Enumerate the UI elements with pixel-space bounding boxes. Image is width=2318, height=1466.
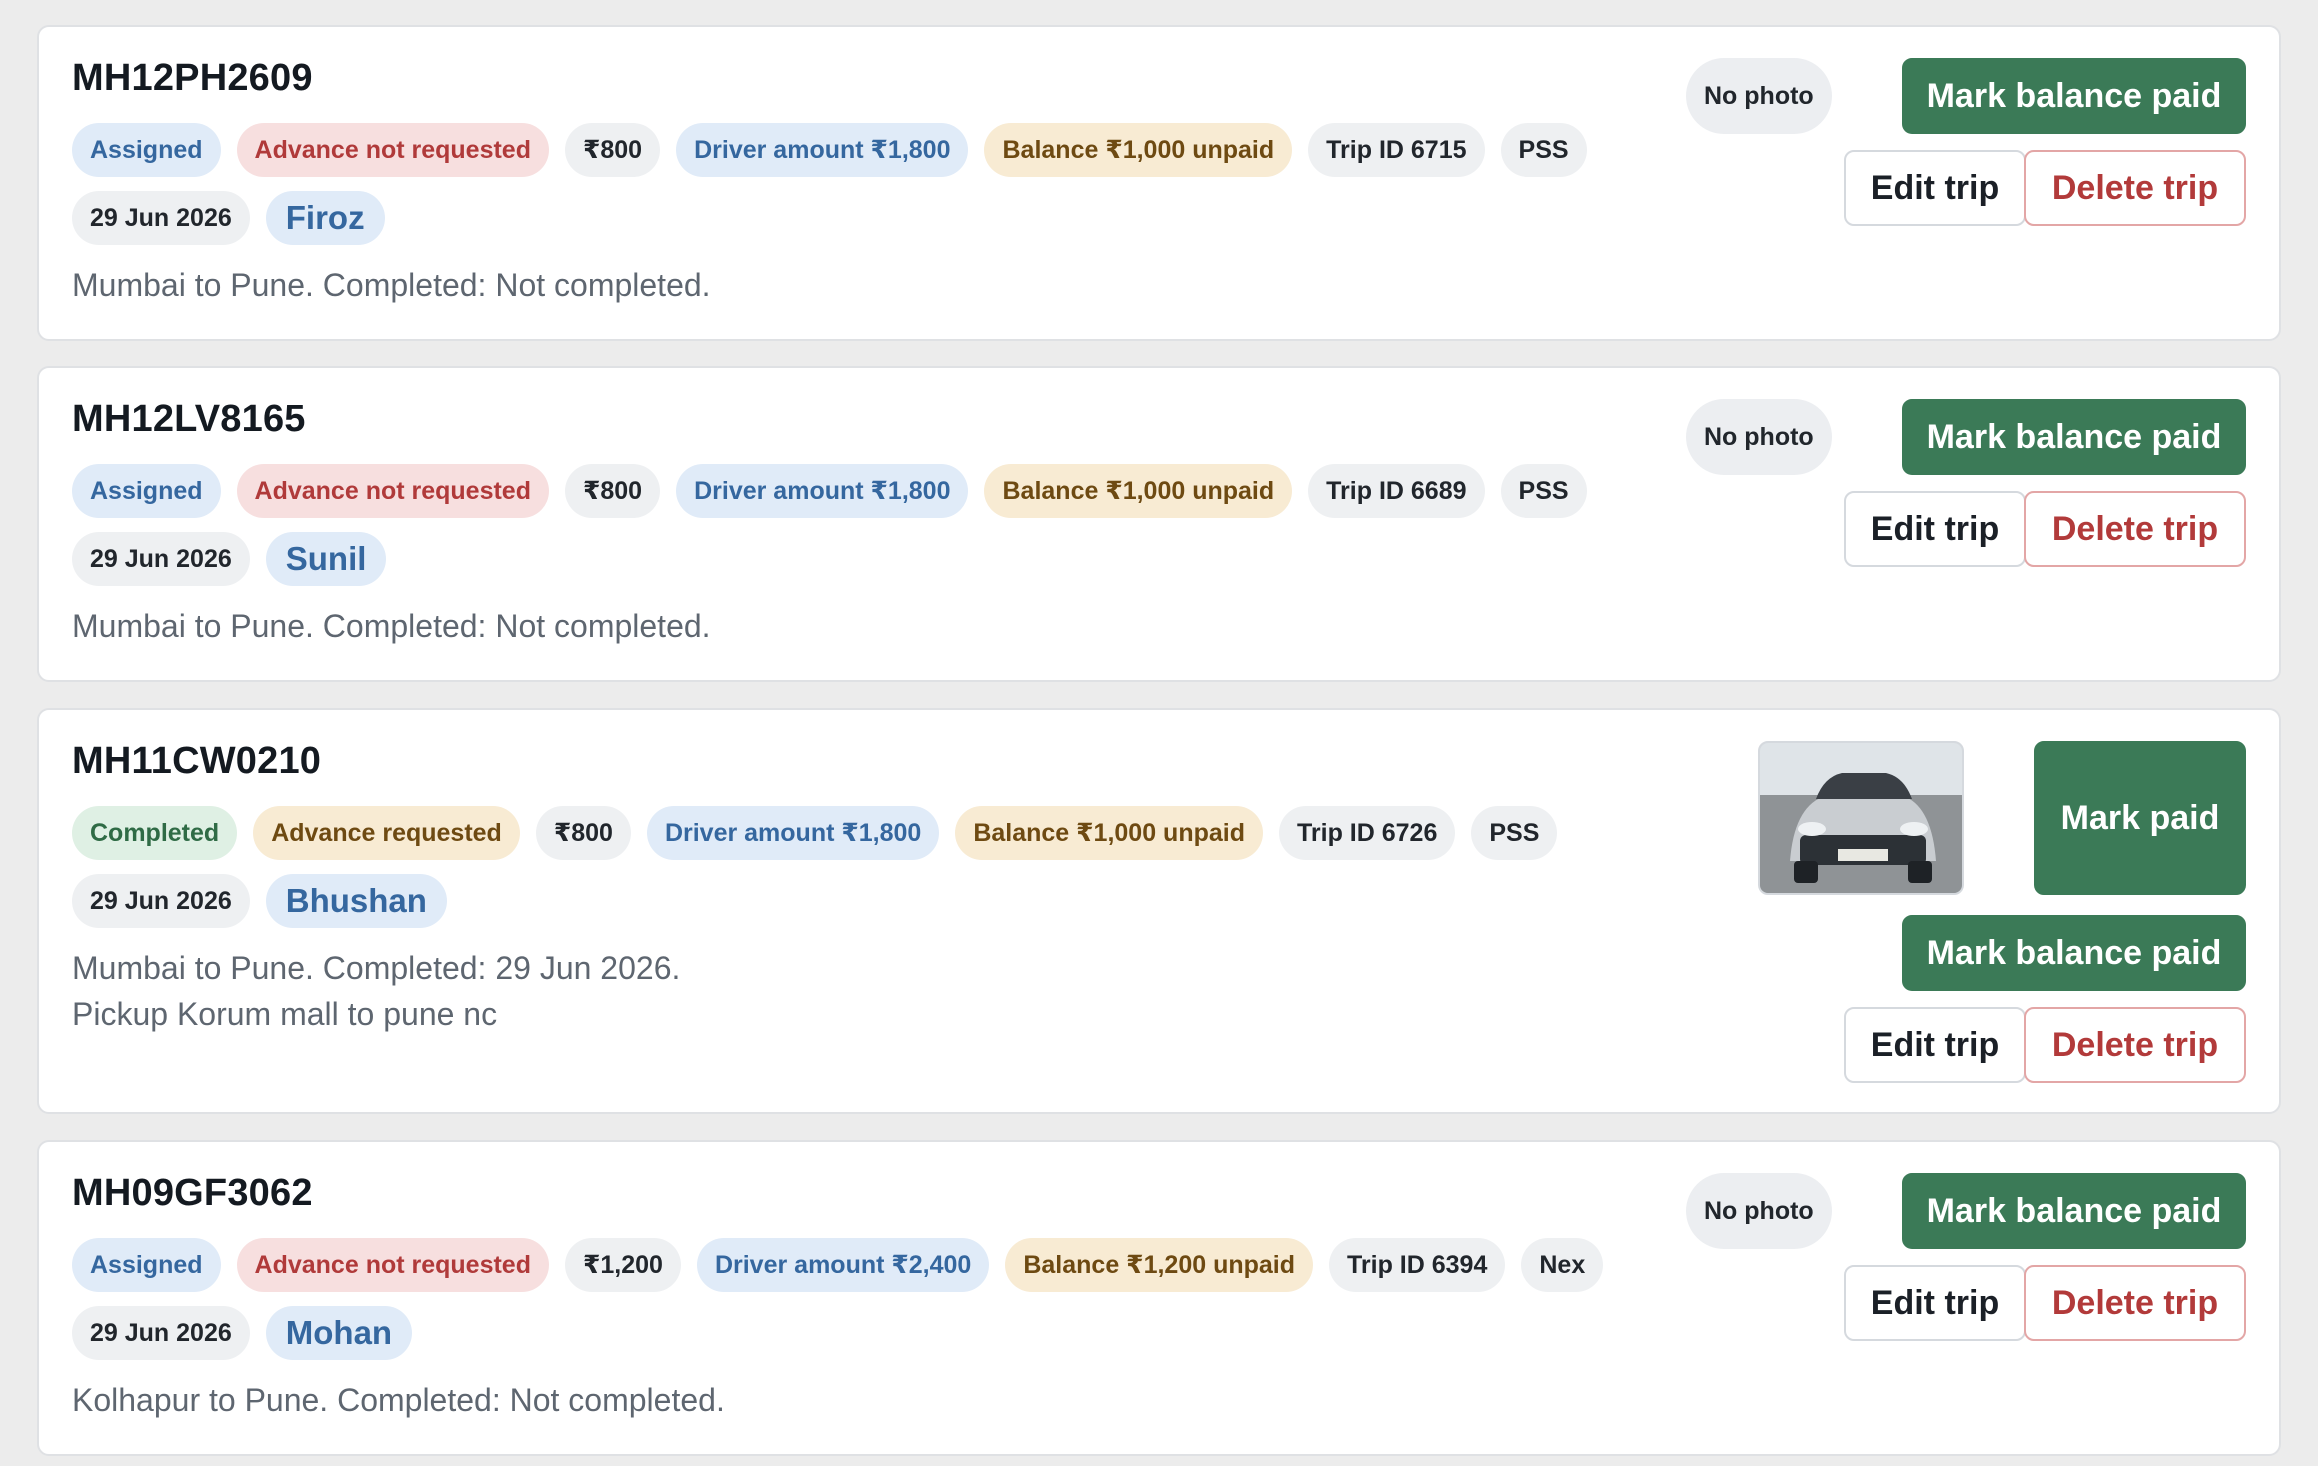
date-badge: 29 Jun 2026 [72, 1306, 250, 1360]
trip-badges: Assigned Advance not requested ₹1,200 Dr… [72, 1238, 1604, 1292]
vehicle-number: MH09GF3062 [72, 1172, 313, 1214]
trip-date-driver: 29 Jun 2026 Mohan [72, 1306, 413, 1360]
no-photo-badge: No photo [1686, 1173, 1832, 1249]
trip-card: MH12LV8165 Assigned Advance not requeste… [37, 366, 2281, 682]
edit-trip-button[interactable]: Edit trip [1844, 150, 2026, 226]
trip-date-driver: 29 Jun 2026 Sunil [72, 532, 387, 586]
vendor-badge: PSS [1500, 123, 1587, 177]
mark-paid-button[interactable]: Mark paid [2034, 741, 2246, 895]
trip-card: MH11CW0210 Completed Advance requested ₹… [37, 708, 2281, 1114]
trip-card: MH09GF3062 Assigned Advance not requeste… [37, 1140, 2281, 1456]
date-badge: 29 Jun 2026 [72, 874, 250, 928]
driver-amount-badge: Driver amount ₹1,800 [676, 123, 969, 177]
balance-badge: Balance ₹1,200 unpaid [1005, 1238, 1314, 1292]
advance-badge: Advance not requested [236, 123, 549, 177]
trip-date-driver: 29 Jun 2026 Bhushan [72, 874, 447, 928]
trip-actions: Mark paid Mark balance paid Edit trip De… [1686, 710, 2246, 1112]
car-photo [1760, 743, 1962, 893]
trip-description: Mumbai to Pune. Completed: 29 Jun 2026. … [72, 945, 680, 1037]
trip-note: Pickup Korum mall to pune nc [72, 996, 498, 1032]
no-photo-badge: No photo [1686, 399, 1832, 475]
route-status-text: Kolhapur to Pune. Completed: Not complet… [72, 1382, 725, 1418]
driver-amount-badge: Driver amount ₹1,800 [646, 806, 940, 860]
edit-trip-button[interactable]: Edit trip [1844, 491, 2026, 567]
edit-trip-button[interactable]: Edit trip [1844, 1265, 2026, 1341]
trip-card: MH12PH2609 Assigned Advance not requeste… [37, 25, 2281, 341]
trip-id-badge: Trip ID 6394 [1329, 1238, 1506, 1292]
balance-badge: Balance ₹1,000 unpaid [984, 123, 1293, 177]
status-badge: Assigned [72, 1238, 221, 1292]
fare-badge: ₹800 [564, 123, 661, 177]
vendor-badge: PSS [1500, 464, 1587, 518]
trip-actions: No photo Mark balance paid Edit trip Del… [1686, 368, 2246, 680]
mark-balance-paid-button[interactable]: Mark balance paid [1902, 915, 2246, 991]
advance-badge: Advance not requested [236, 464, 549, 518]
fare-badge: ₹800 [564, 464, 661, 518]
delete-trip-button[interactable]: Delete trip [2024, 150, 2246, 226]
advance-badge: Advance not requested [236, 1238, 549, 1292]
trip-badges: Assigned Advance not requested ₹800 Driv… [72, 464, 1587, 518]
trip-description: Kolhapur to Pune. Completed: Not complet… [72, 1377, 725, 1423]
trip-description: Mumbai to Pune. Completed: Not completed… [72, 603, 711, 649]
date-badge: 29 Jun 2026 [72, 191, 250, 245]
route-status-text: Mumbai to Pune. Completed: Not completed… [72, 267, 711, 303]
mark-balance-paid-button[interactable]: Mark balance paid [1902, 58, 2246, 134]
vendor-badge: Nex [1521, 1238, 1604, 1292]
delete-trip-button[interactable]: Delete trip [2024, 491, 2246, 567]
vehicle-number: MH12LV8165 [72, 398, 306, 440]
trip-badges: Completed Advance requested ₹800 Driver … [72, 806, 1558, 860]
car-photo-thumbnail[interactable] [1758, 741, 1964, 895]
delete-trip-button[interactable]: Delete trip [2024, 1007, 2246, 1083]
driver-name-badge: Sunil [265, 532, 387, 586]
mark-balance-paid-button[interactable]: Mark balance paid [1902, 1173, 2246, 1249]
trip-id-badge: Trip ID 6726 [1279, 806, 1456, 860]
route-status-text: Mumbai to Pune. Completed: 29 Jun 2026. [72, 950, 681, 986]
edit-trip-button[interactable]: Edit trip [1844, 1007, 2026, 1083]
trip-actions: No photo Mark balance paid Edit trip Del… [1686, 27, 2246, 339]
advance-badge: Advance requested [253, 806, 520, 860]
trip-date-driver: 29 Jun 2026 Firoz [72, 191, 385, 245]
date-badge: 29 Jun 2026 [72, 532, 250, 586]
driver-amount-badge: Driver amount ₹1,800 [676, 464, 969, 518]
fare-badge: ₹1,200 [564, 1238, 681, 1292]
trip-id-badge: Trip ID 6689 [1308, 464, 1485, 518]
trip-list: MH12PH2609 Assigned Advance not requeste… [0, 0, 2318, 1466]
balance-badge: Balance ₹1,000 unpaid [955, 806, 1263, 860]
driver-name-badge: Bhushan [265, 874, 447, 928]
route-status-text: Mumbai to Pune. Completed: Not completed… [72, 608, 711, 644]
driver-name-badge: Mohan [265, 1306, 413, 1360]
vehicle-number: MH11CW0210 [72, 740, 322, 782]
trip-description: Mumbai to Pune. Completed: Not completed… [72, 262, 711, 308]
trip-actions: No photo Mark balance paid Edit trip Del… [1686, 1142, 2246, 1454]
driver-name-badge: Firoz [265, 191, 385, 245]
fare-badge: ₹800 [535, 806, 631, 860]
vehicle-number: MH12PH2609 [72, 57, 313, 99]
trip-id-badge: Trip ID 6715 [1308, 123, 1485, 177]
vendor-badge: PSS [1471, 806, 1558, 860]
balance-badge: Balance ₹1,000 unpaid [984, 464, 1293, 518]
status-badge: Completed [72, 806, 238, 860]
no-photo-badge: No photo [1686, 58, 1832, 134]
delete-trip-button[interactable]: Delete trip [2024, 1265, 2246, 1341]
status-badge: Assigned [72, 123, 221, 177]
trip-badges: Assigned Advance not requested ₹800 Driv… [72, 123, 1587, 177]
mark-balance-paid-button[interactable]: Mark balance paid [1902, 399, 2246, 475]
driver-amount-badge: Driver amount ₹2,400 [696, 1238, 990, 1292]
status-badge: Assigned [72, 464, 221, 518]
